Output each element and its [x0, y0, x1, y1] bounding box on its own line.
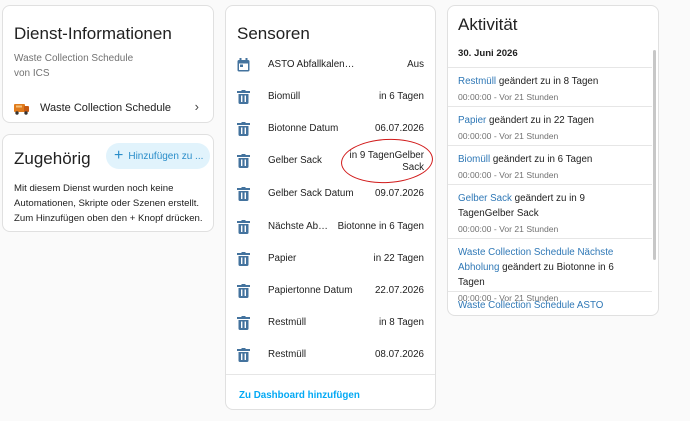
sensor-name: Restmüll [268, 317, 307, 328]
sensors-card: Sensoren ASTO Abfallkalender Aus Biomüll… [225, 5, 436, 410]
scrollbar[interactable] [653, 50, 656, 260]
sensor-row[interactable]: Papier in 22 Tagen [226, 244, 435, 274]
service-info-card: Dienst-Informationen Waste Collection Sc… [2, 5, 214, 123]
provider-text: von ICS [14, 68, 50, 79]
activity-entry: Papier geändert zu in 22 Tagen 00:00:00 … [448, 106, 652, 147]
sensor-row[interactable]: Biomüll in 6 Tagen [226, 82, 435, 112]
related-card: Zugehörig + Hinzufügen zu ... Mit diesem… [2, 134, 214, 232]
sensor-name: Gelber Sack Datum [268, 188, 354, 199]
sensors-title: Sensoren [237, 24, 310, 43]
sensor-row[interactable]: ASTO Abfallkalender Aus [226, 50, 435, 80]
related-title: Zugehörig [14, 149, 91, 168]
activity-text: geändert zu in 22 Tagen [486, 115, 594, 126]
sensor-value: in 8 Tagen [378, 317, 424, 328]
activity-time: 00:00:00 - Vor 21 Stunden [458, 131, 559, 141]
integration-name: Waste Collection Schedule [14, 53, 134, 64]
sensor-name: ASTO Abfallkalender [268, 59, 358, 70]
integration-entry-label: Waste Collection Schedule [40, 102, 172, 114]
trash-can-icon [237, 154, 250, 168]
sensor-row[interactable]: Restmüll in 8 Tagen [226, 308, 435, 338]
sensor-name: Nächste Abholung [268, 221, 330, 232]
service-info-title: Dienst-Informationen [14, 24, 172, 43]
sensor-name: Papier [268, 253, 297, 264]
add-to-dashboard-link[interactable]: Zu Dashboard hinzufügen [239, 390, 360, 401]
trash-can-icon [237, 90, 250, 104]
sensor-name: Biomüll [268, 91, 301, 102]
trash-can-icon [237, 284, 250, 298]
add-to-button-label: Hinzufügen zu ... [128, 150, 204, 162]
trash-can-icon [237, 348, 250, 362]
activity-entity-link[interactable]: Restmüll [458, 76, 496, 87]
sensor-value: Biotonne in 6 Tagen [337, 221, 424, 232]
sensor-value: 22.07.2026 [374, 285, 424, 296]
activity-entity-link[interactable]: Biomüll [458, 154, 490, 165]
sensor-value: in 6 Tagen [378, 91, 424, 102]
sensor-name: Restmüll [268, 349, 307, 360]
trash-can-icon [237, 122, 250, 136]
sensor-row[interactable]: Papiertonne Datum 22.07.2026 [226, 276, 435, 306]
activity-entity-link[interactable]: Gelber Sack [458, 193, 512, 204]
chevron-right-icon: › [194, 99, 199, 114]
activity-entry: Waste Collection Schedule ASTO [448, 291, 652, 315]
activity-date: 30. Juni 2026 [458, 48, 518, 59]
sensor-name: Biotonne Datum [268, 123, 339, 134]
sensor-name: Papiertonne Datum [268, 285, 353, 296]
related-description: Mit diesem Dienst wurden noch keine Auto… [14, 183, 203, 224]
card-divider [226, 374, 435, 375]
activity-card: Aktivität 30. Juni 2026 Restmüll geänder… [447, 5, 659, 316]
calendar-icon [237, 58, 250, 72]
sensor-row[interactable]: Nächste Abholung Biotonne in 6 Tagen [226, 212, 435, 242]
plus-icon: + [114, 147, 124, 164]
sensor-value: 09.07.2026 [374, 188, 424, 199]
sensor-value: 08.07.2026 [374, 349, 424, 360]
add-to-button[interactable]: + Hinzufügen zu ... [106, 143, 210, 169]
activity-time: 00:00:00 - Vor 21 Stunden [458, 170, 559, 180]
activity-entity-link[interactable]: Waste Collection Schedule ASTO [458, 300, 603, 311]
integration-entry-link[interactable]: Waste Collection Schedule › [3, 96, 213, 120]
sensor-value: in 22 Tagen [373, 253, 424, 264]
trash-can-icon [237, 187, 250, 201]
sensor-value: 06.07.2026 [374, 123, 424, 134]
trash-can-icon [237, 252, 250, 266]
activity-time: 00:00:00 - Vor 21 Stunden [458, 92, 559, 102]
sensor-row[interactable]: Restmüll 08.07.2026 [226, 340, 435, 370]
activity-entry: Gelber Sack geändert zu in 9 TagenGelber… [448, 184, 652, 240]
activity-text: geändert zu in 8 Tagen [496, 76, 599, 87]
integration-logo-icon [14, 104, 29, 115]
activity-title: Aktivität [458, 15, 518, 34]
trash-can-icon [237, 316, 250, 330]
activity-time: 00:00:00 - Vor 21 Stunden [458, 224, 559, 234]
sensor-row[interactable]: Gelber Sack Datum 09.07.2026 [226, 179, 435, 209]
sensor-value: Aus [407, 59, 424, 70]
activity-entry: Restmüll geändert zu in 8 Tagen 00:00:00… [448, 67, 652, 108]
activity-text: geändert zu in 6 Tagen [490, 154, 593, 165]
activity-entity-link[interactable]: Papier [458, 115, 486, 126]
trash-can-icon [237, 220, 250, 234]
activity-entry: Biomüll geändert zu in 6 Tagen 00:00:00 … [448, 145, 652, 186]
